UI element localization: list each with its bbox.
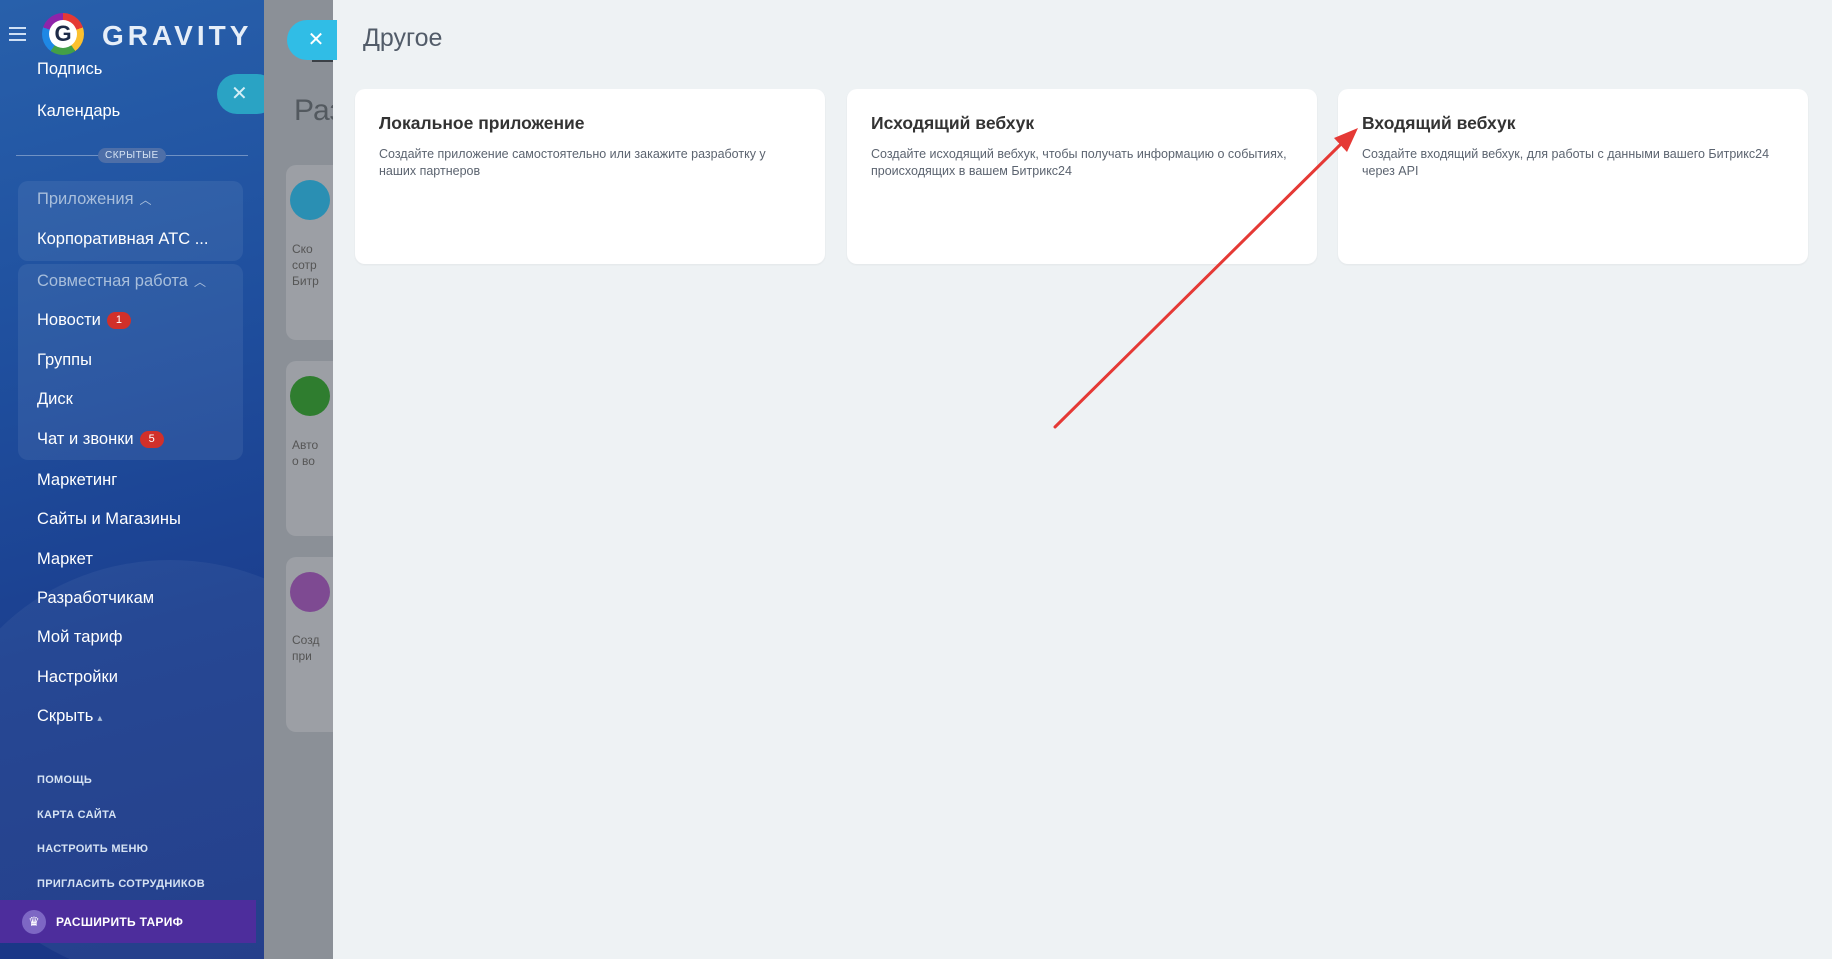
background-card-text: Ско сотр Битр <box>292 242 319 288</box>
sidebar-item-signature[interactable]: Подпись <box>37 60 102 79</box>
company-logo[interactable]: G GRAVITY <box>36 8 252 64</box>
background-page-title: Раз <box>294 94 333 127</box>
counter-badge: 1 <box>106 312 131 329</box>
sidebar-item-chat-calls[interactable]: Чат и звонки 5 <box>37 430 164 449</box>
sidebar-item-news[interactable]: Новости 1 <box>37 311 131 330</box>
counter-badge: 5 <box>139 431 164 448</box>
card-description: Создайте приложение самостоятельно или з… <box>379 147 766 178</box>
sidebar-item-marketing[interactable]: Маркетинг <box>37 471 117 490</box>
sidebar-item-calendar[interactable]: Календарь <box>37 102 120 121</box>
slider-close-button[interactable]: ✕ <box>287 20 337 60</box>
footer-link-sitemap[interactable]: КАРТА САЙТА <box>37 809 117 821</box>
sidebar-item-sites-shops[interactable]: Сайты и Магазины <box>37 510 181 529</box>
sidebar-item-market[interactable]: Маркет <box>37 550 93 569</box>
hamburger-menu-icon[interactable] <box>9 27 26 45</box>
sidebar-item-my-plan[interactable]: Мой тариф <box>37 628 122 647</box>
slider-panel: Другое Локальное приложение Создайте при… <box>333 0 1832 959</box>
crown-icon: ♛ <box>22 909 46 934</box>
page-title: Другое <box>363 24 443 52</box>
card-title: Входящий вебхук <box>1362 113 1516 133</box>
tab-underline <box>312 60 333 62</box>
left-sidebar: G GRAVITY Подпись Календарь СКРЫТЫЕ Прил… <box>0 0 264 959</box>
exchange-icon <box>290 180 330 220</box>
sidebar-item-groups[interactable]: Группы <box>37 351 92 370</box>
card-description: Создайте входящий вебхук, для работы с д… <box>1362 147 1770 178</box>
sidebar-group-header-apps[interactable]: Приложения ︿ <box>37 190 152 209</box>
sidebar-group-header-collaboration[interactable]: Совместная работа ︿ <box>37 272 206 291</box>
sidebar-item-hide[interactable]: Скрыть ▴ <box>37 707 102 726</box>
play-icon <box>290 376 330 416</box>
logo-mark-icon: G <box>36 8 92 64</box>
sidebar-item-corporate-pbx[interactable]: Корпоративная АТС ... <box>37 230 208 249</box>
sidebar-item-settings[interactable]: Настройки <box>37 668 118 687</box>
footer-link-help[interactable]: ПОМОЩЬ <box>37 774 92 786</box>
close-icon: ✕ <box>307 29 325 51</box>
caret-up-icon: ▴ <box>97 713 103 724</box>
card-incoming-webhook[interactable]: Входящий вебхук Создайте входящий вебхук… <box>1338 89 1808 264</box>
logo-text: GRAVITY <box>102 20 253 51</box>
chevron-up-icon: ︿ <box>193 275 206 289</box>
hidden-section-label[interactable]: СКРЫТЫЕ <box>98 148 166 163</box>
card-title: Локальное приложение <box>379 113 585 133</box>
background-page-overlay: Раз Ско сотр Битр Авто о во Созд при <box>264 0 333 959</box>
card-local-app[interactable]: Локальное приложение Создайте приложение… <box>355 89 825 264</box>
sidebar-item-disk[interactable]: Диск <box>37 390 73 409</box>
card-description: Создайте исходящий вебхук, чтобы получат… <box>871 147 1287 178</box>
background-card-text: Созд при <box>292 633 320 663</box>
footer-link-invite-employees[interactable]: ПРИГЛАСИТЬ СОТРУДНИКОВ <box>37 878 205 890</box>
footer-link-configure-menu[interactable]: НАСТРОИТЬ МЕНЮ <box>37 843 148 855</box>
card-outgoing-webhook[interactable]: Исходящий вебхук Создайте исходящий вебх… <box>847 89 1317 264</box>
upgrade-plan-button[interactable]: ♛ РАСШИРИТЬ ТАРИФ <box>0 900 256 943</box>
card-title: Исходящий вебхук <box>871 113 1035 133</box>
sidebar-item-developers[interactable]: Разработчикам <box>37 589 154 608</box>
background-card-text: Авто о во <box>292 438 319 468</box>
chevron-up-icon: ︿ <box>139 193 152 207</box>
more-dots-icon <box>290 572 330 612</box>
close-icon: ✕ <box>231 83 248 105</box>
